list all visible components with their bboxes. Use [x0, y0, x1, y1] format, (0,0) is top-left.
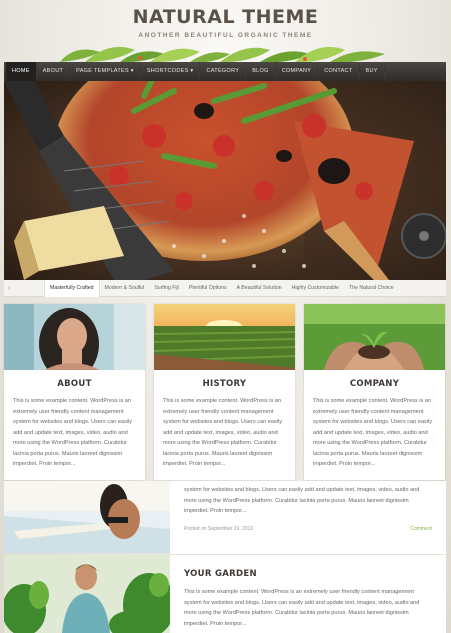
- slide-tab-highly-customizable[interactable]: Highly Customizable: [287, 280, 344, 297]
- slide-tab-plentiful-options[interactable]: Plentiful Options: [184, 280, 232, 297]
- nav-item-contact[interactable]: CONTACT: [318, 62, 360, 81]
- hero-slider[interactable]: [4, 81, 446, 280]
- post-excerpt: system for websites and blogs. Users can…: [184, 487, 420, 514]
- slide-tab-modern-soulful[interactable]: Modern & Soulful: [100, 280, 150, 297]
- post-image-garden[interactable]: [4, 555, 170, 633]
- slider-prev-icon[interactable]: ‹: [4, 280, 44, 297]
- nav-item-blog[interactable]: BLOG: [246, 62, 276, 81]
- card-history-text: This is some example content. WordPress …: [163, 398, 283, 467]
- card-about-text: This is some example content. WordPress …: [13, 398, 133, 467]
- posts-panel: system for websites and blogs. Users can…: [170, 481, 446, 633]
- card-about-image[interactable]: [4, 304, 145, 370]
- post-image-surfing[interactable]: [4, 481, 170, 553]
- nav-item-buy[interactable]: BUY: [360, 62, 385, 81]
- card-about: ABOUT This is some example content. Word…: [4, 304, 145, 480]
- card-company: COMPANY This is some example content. Wo…: [304, 304, 445, 480]
- slide-tab-surfing-fiji[interactable]: Surfing Fiji: [149, 280, 184, 297]
- card-about-title[interactable]: ABOUT: [4, 379, 145, 389]
- card-history: HISTORY This is some example content. Wo…: [154, 304, 295, 480]
- nav-item-company[interactable]: COMPANY: [276, 62, 319, 81]
- nav-item-page-templates[interactable]: PAGE TEMPLATES ▾: [70, 62, 141, 81]
- site-header: NATURAL THEME ANOTHER BEAUTIFUL ORGANIC …: [0, 0, 451, 66]
- card-company-text: This is some example content. WordPress …: [313, 398, 433, 467]
- slide-tab-natural-choice[interactable]: The Natural Choice: [344, 280, 399, 297]
- post-divider: [170, 554, 446, 555]
- slide-tab-masterfully-crafted[interactable]: Masterfully Crafted: [44, 279, 100, 297]
- pizza-image: [4, 81, 446, 280]
- card-company-image[interactable]: [304, 304, 445, 370]
- post-excerpt-garden: This is some example content. WordPress …: [184, 589, 420, 627]
- slide-tab-beautiful-solution[interactable]: A Beautiful Solution: [232, 280, 287, 297]
- nav-item-category[interactable]: CATEGORY: [200, 62, 247, 81]
- site-title[interactable]: NATURAL THEME: [0, 6, 451, 28]
- comment-link[interactable]: Comment: [410, 526, 432, 532]
- main-navigation: HOME ABOUT PAGE TEMPLATES ▾ SHORTCODES ▾…: [4, 62, 446, 81]
- post-title-your-garden[interactable]: YOUR GARDEN: [184, 569, 257, 579]
- nav-item-shortcodes[interactable]: SHORTCODES ▾: [141, 62, 201, 81]
- slider-tabs: ‹ Masterfully Crafted Modern & Soulful S…: [4, 279, 446, 297]
- nav-item-about[interactable]: ABOUT: [37, 62, 71, 81]
- card-company-title[interactable]: COMPANY: [304, 379, 445, 389]
- post-date: Posted on September 19, 2013: [184, 526, 254, 532]
- card-history-title[interactable]: HISTORY: [154, 379, 295, 389]
- card-history-image[interactable]: [154, 304, 295, 370]
- nav-item-home[interactable]: HOME: [6, 62, 37, 81]
